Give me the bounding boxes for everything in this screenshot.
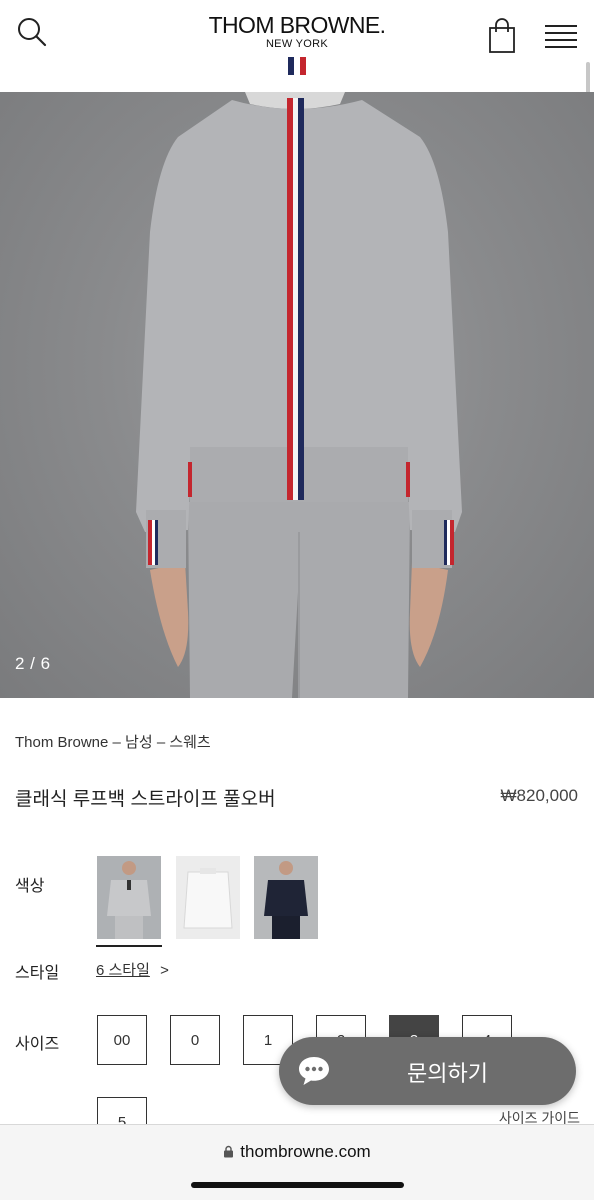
chat-bubble-icon [299,1057,329,1085]
inquiry-chat-button[interactable]: 문의하기 [279,1037,576,1105]
inquiry-label: 문의하기 [407,1061,488,1086]
product-photo-illustration [136,92,462,698]
product-title: 클래식 루프백 스트라이프 풀오버 [15,789,276,810]
site-header: THOM BROWNE. NEW YORK [0,0,594,92]
color-swatch-navy[interactable] [254,856,318,939]
breadcrumb[interactable]: Thom Browne – 남성 – 스웨츠 [15,731,211,752]
size-option-00[interactable]: 00 [97,1015,147,1065]
lock-icon [224,1145,234,1158]
style-link-text: 6 스타일 [96,962,150,979]
browser-address-bar: thombrowne.com [0,1124,594,1200]
color-swatch-white[interactable] [176,856,240,939]
size-option-0[interactable]: 0 [170,1015,220,1065]
home-indicator[interactable] [191,1182,404,1188]
url-text: thombrowne.com [240,1142,371,1161]
product-image[interactable] [0,92,594,698]
hamburger-menu-icon[interactable] [544,22,578,52]
url-display[interactable]: thombrowne.com [0,1142,594,1162]
selected-swatch-indicator [96,945,162,947]
chevron-right-icon: > [160,962,169,979]
color-label: 색상 [15,878,45,895]
product-price: ₩820,000 [500,786,579,805]
shopping-bag-icon[interactable] [486,18,518,54]
style-label: 스타일 [15,965,60,982]
tricolor-flag-icon [288,57,306,75]
style-link[interactable]: 6 스타일 > [96,959,169,980]
gallery-counter: 2 / 6 [15,654,51,673]
color-swatch-grey[interactable] [97,856,161,939]
size-label: 사이즈 [15,1036,60,1053]
